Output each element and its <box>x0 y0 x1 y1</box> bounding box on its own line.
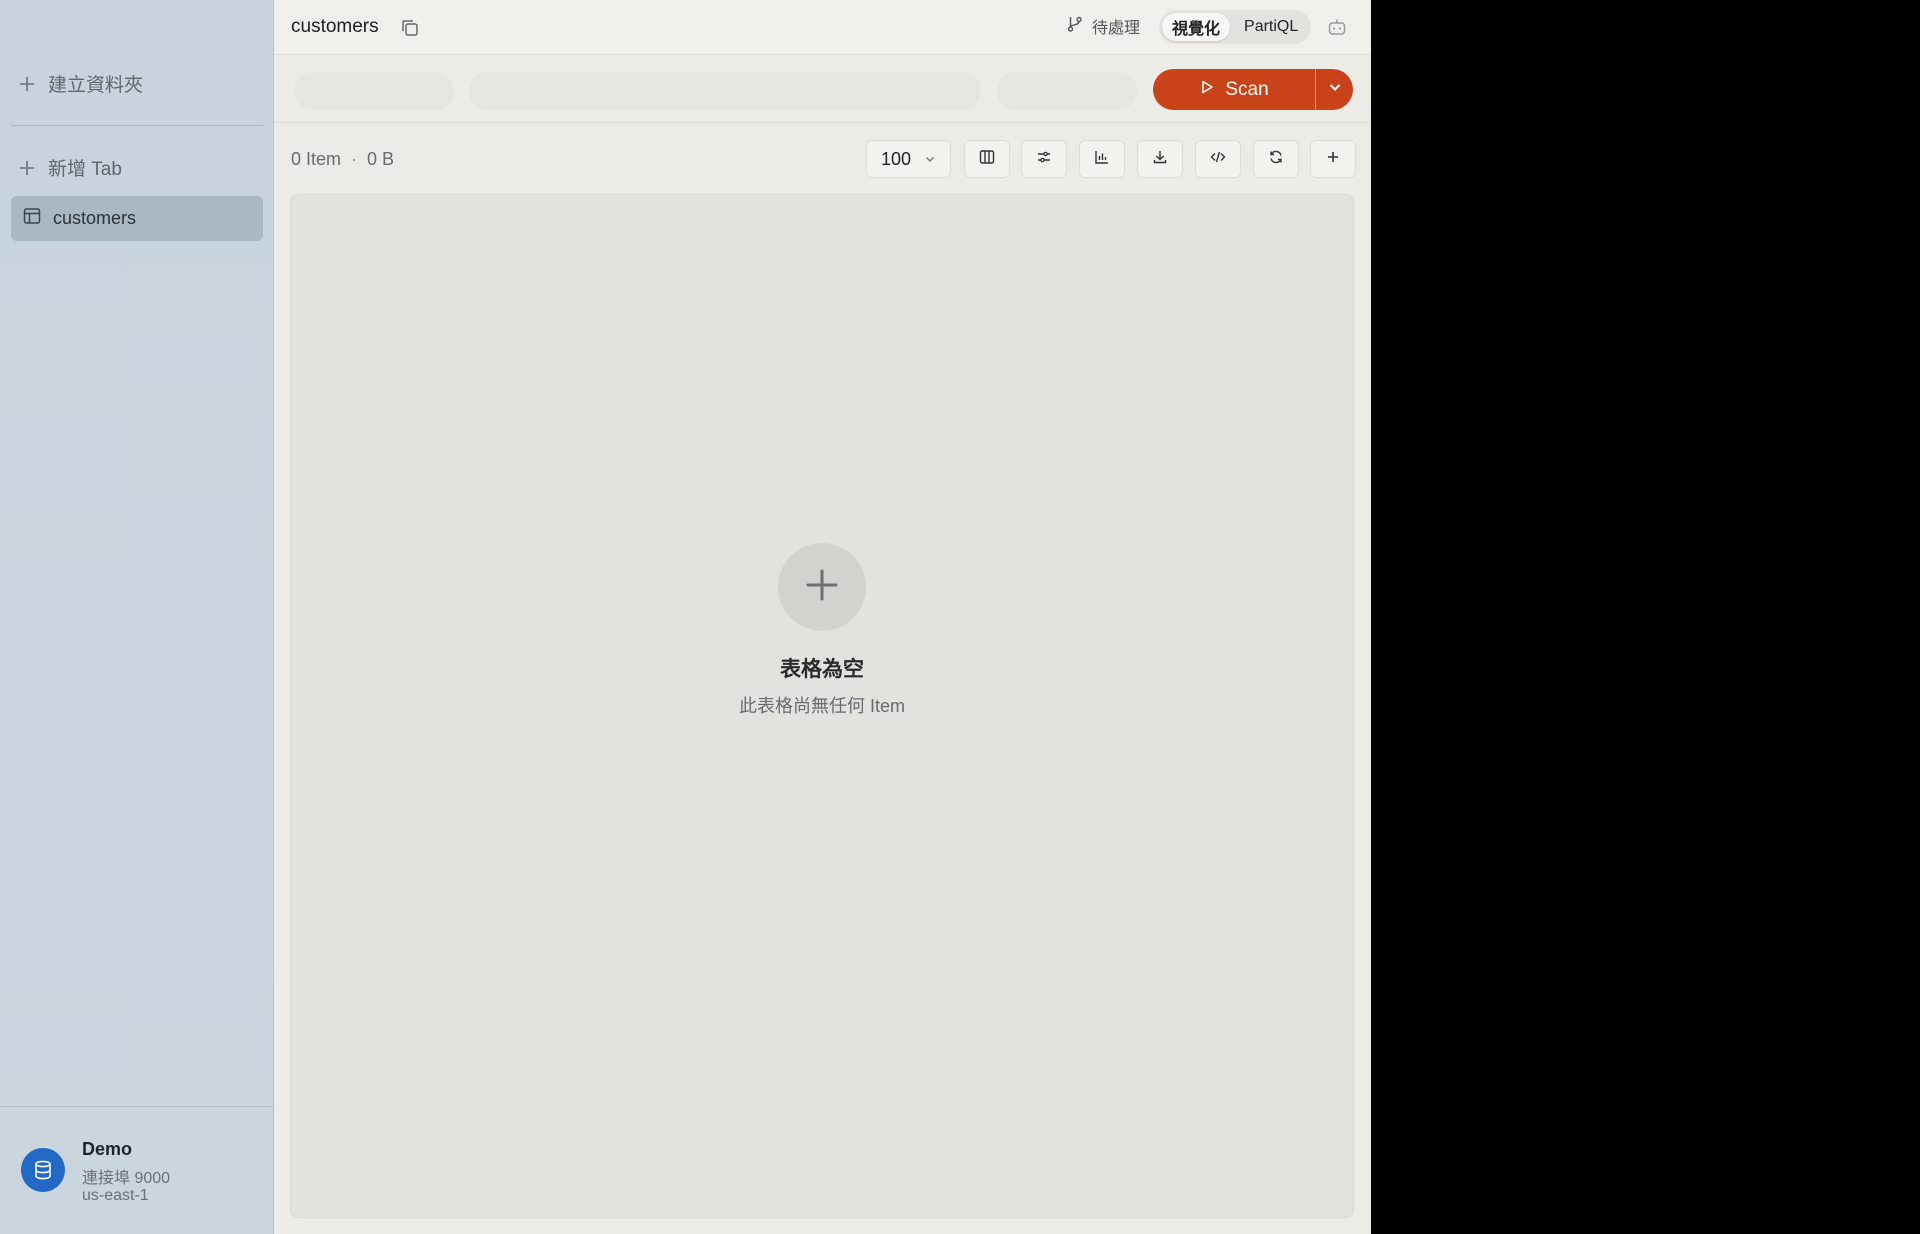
mode-visual-button[interactable]: 視覺化 <box>1162 13 1231 41</box>
empty-state-subtitle: 此表格尚無任何 Item <box>738 696 905 716</box>
create-folder-label: 建立資料夾 <box>48 75 144 96</box>
play-icon <box>1199 79 1215 101</box>
plus-icon <box>18 75 36 93</box>
filter-settings-button[interactable] <box>1021 140 1067 178</box>
new-tab-label: 新增 Tab <box>48 159 122 180</box>
columns-button[interactable] <box>964 140 1010 178</box>
tab-header: customers 待處理 視覺化 PartiQL <box>274 0 1371 55</box>
results-toolbar: 0 Item · 0 B 100 <box>274 124 1371 194</box>
sidebar-item-label: customers <box>53 208 137 228</box>
columns-icon <box>979 149 995 170</box>
chart-icon <box>1094 149 1110 170</box>
bot-icon[interactable] <box>1326 16 1348 38</box>
plus-icon <box>805 568 839 607</box>
results-table: 表格為空 此表格尚無任何 Item <box>290 194 1354 1218</box>
sidebar-divider <box>11 125 263 126</box>
copy-icon[interactable] <box>399 17 421 39</box>
limit-value: 100 <box>881 148 912 169</box>
download-button[interactable] <box>1137 140 1183 178</box>
plus-icon <box>18 159 36 177</box>
main-panel: customers 待處理 視覺化 PartiQL Scan 0 Item · … <box>274 0 1371 1234</box>
add-icon <box>1326 150 1340 169</box>
connection-region: us-east-1 <box>82 1187 149 1204</box>
new-tab-button[interactable]: 新增 Tab <box>18 154 122 181</box>
chart-button[interactable] <box>1079 140 1125 178</box>
refresh-button[interactable] <box>1253 140 1299 178</box>
filter-icon <box>1036 149 1052 170</box>
scan-label: Scan <box>1225 78 1269 100</box>
index-select-placeholder[interactable] <box>294 72 454 110</box>
download-icon <box>1152 149 1168 170</box>
scan-button[interactable]: Scan <box>1153 69 1315 110</box>
add-item-empty-button[interactable] <box>778 543 866 631</box>
code-button[interactable] <box>1195 140 1241 178</box>
data-size: 0 B <box>367 149 395 169</box>
git-branch-icon <box>1066 15 1084 38</box>
refresh-icon <box>1268 149 1284 170</box>
pending-button[interactable]: 待處理 <box>1066 14 1140 38</box>
query-bar: Scan <box>274 56 1371 123</box>
empty-state-title: 表格為空 <box>780 658 864 681</box>
mode-switch: 視覺化 PartiQL <box>1159 10 1312 44</box>
sidebar-item-customers[interactable]: customers <box>11 196 263 241</box>
tab-title: customers <box>291 16 379 37</box>
result-stats: 0 Item · 0 B <box>291 149 394 170</box>
scan-button-group: Scan <box>1153 69 1353 110</box>
mode-partiql-button[interactable]: PartiQL <box>1234 13 1308 41</box>
app-window: 建立資料夾 新增 Tab customers Demo 連接埠 9000 us-… <box>0 0 1371 1234</box>
create-folder-button[interactable]: 建立資料夾 <box>18 70 143 97</box>
key-condition-placeholder[interactable] <box>469 72 981 110</box>
connection-name: Demo <box>82 1139 133 1159</box>
outside-area <box>1371 0 1920 1234</box>
connection-port: 連接埠 9000 <box>82 1170 171 1187</box>
chevron-down-icon <box>1328 80 1342 99</box>
sidebar: 建立資料夾 新增 Tab customers Demo 連接埠 9000 us-… <box>0 0 274 1234</box>
connection-panel[interactable]: Demo 連接埠 9000 us-east-1 <box>0 1106 274 1234</box>
chevron-down-icon <box>924 149 936 170</box>
table-icon <box>23 207 41 230</box>
item-count: 0 Item <box>291 149 342 169</box>
scan-options-button[interactable] <box>1315 69 1353 110</box>
limit-select[interactable]: 100 <box>866 140 951 178</box>
database-icon <box>21 1148 65 1192</box>
stats-separator: · <box>351 149 358 169</box>
pending-label: 待處理 <box>1092 20 1141 37</box>
filter-placeholder[interactable] <box>997 72 1137 110</box>
code-icon <box>1210 149 1226 170</box>
add-item-button[interactable] <box>1310 140 1356 178</box>
